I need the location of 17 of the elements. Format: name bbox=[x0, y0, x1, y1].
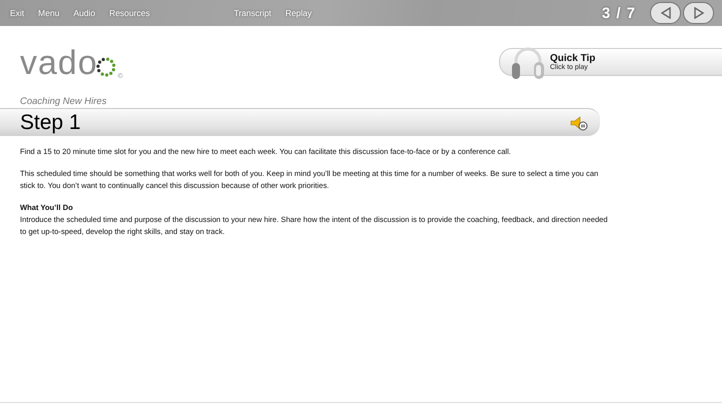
speaker-icon[interactable] bbox=[570, 114, 588, 130]
nav-link[interactable]: Menu bbox=[38, 8, 60, 18]
course-title: Coaching New Hires bbox=[19, 96, 108, 107]
nav-link[interactable]: Resources bbox=[109, 8, 150, 18]
nav-link[interactable]: Transcript bbox=[234, 8, 272, 18]
page-counter: 3 / 7 bbox=[602, 4, 636, 22]
right-triangle-icon bbox=[692, 7, 704, 19]
previous-button[interactable] bbox=[650, 2, 681, 24]
next-button[interactable] bbox=[683, 2, 714, 24]
nav-link[interactable]: Audio bbox=[73, 8, 96, 18]
logo-text: vado bbox=[20, 46, 98, 80]
nav-link[interactable]: Exit bbox=[10, 8, 24, 18]
step-title: Step 1 bbox=[20, 110, 81, 134]
dotted-ring-icon bbox=[94, 56, 117, 78]
left-triangle-icon bbox=[660, 7, 672, 19]
quick-tip-title: Quick Tip bbox=[550, 53, 596, 64]
nav-link[interactable]: Replay bbox=[285, 8, 312, 18]
